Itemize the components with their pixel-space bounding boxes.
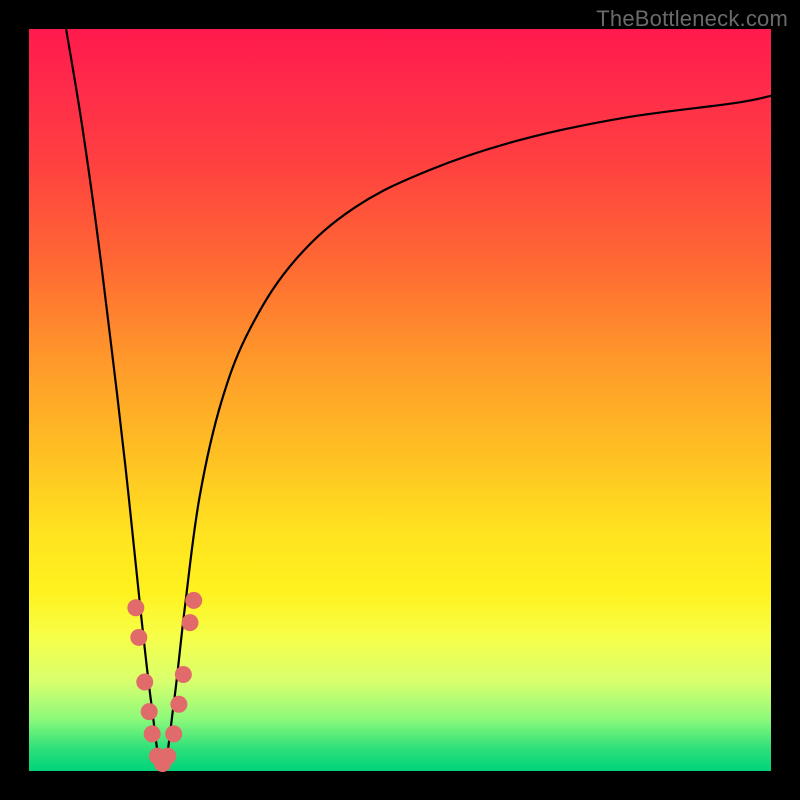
watermark-label: TheBottleneck.com <box>596 6 788 32</box>
highlight-marker <box>175 666 192 683</box>
highlight-marker <box>141 703 158 720</box>
highlight-marker <box>144 725 161 742</box>
marker-group <box>127 592 202 772</box>
chart-frame: TheBottleneck.com <box>0 0 800 800</box>
highlight-marker <box>159 748 176 765</box>
highlight-marker <box>170 696 187 713</box>
highlight-marker <box>185 592 202 609</box>
plot-area <box>29 29 771 771</box>
curve-layer <box>29 29 771 771</box>
highlight-marker <box>136 673 153 690</box>
bottleneck-curve <box>66 29 771 771</box>
highlight-marker <box>127 599 144 616</box>
highlight-marker <box>130 629 147 646</box>
highlight-marker <box>165 725 182 742</box>
highlight-marker <box>182 614 199 631</box>
